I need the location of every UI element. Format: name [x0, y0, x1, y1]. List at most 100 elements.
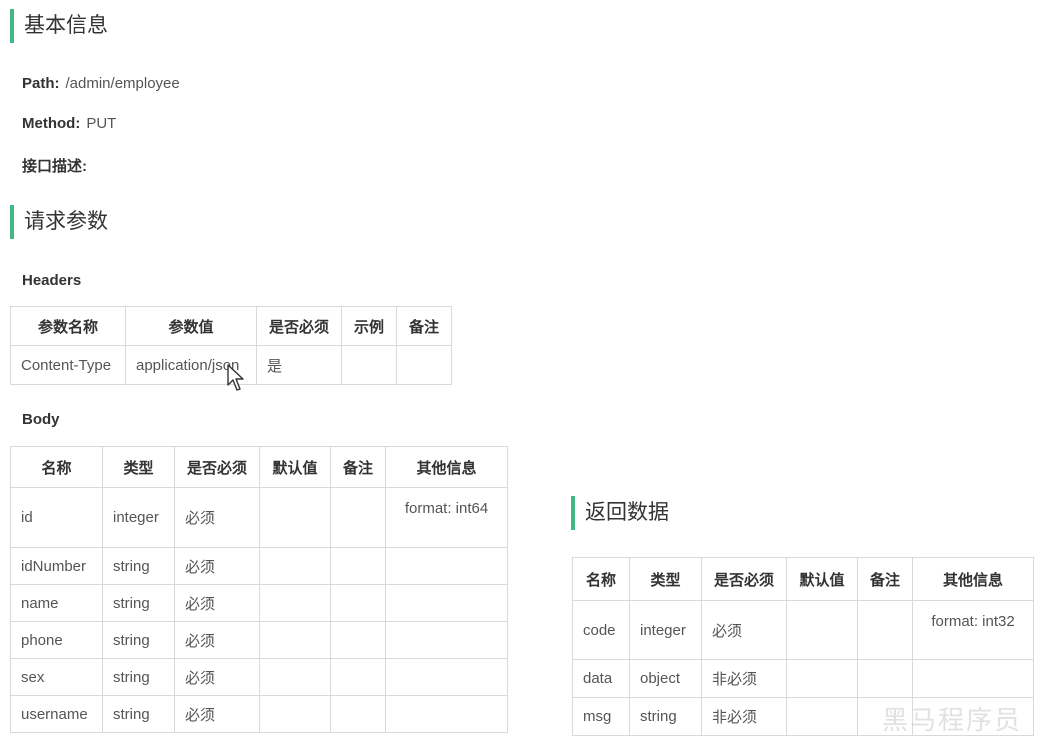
- table-cell: 非必须: [701, 697, 787, 736]
- column-header: 是否必须: [256, 306, 342, 346]
- table-row: code integer 必须 format: int32: [572, 600, 1034, 660]
- column-header: 名称: [10, 446, 103, 488]
- table-cell: [396, 345, 452, 385]
- table-cell: [259, 658, 331, 696]
- table-cell: [259, 547, 331, 585]
- table-cell: 必须: [174, 621, 260, 659]
- table-cell: phone: [10, 621, 103, 659]
- section-title-request: 请求参数: [10, 205, 108, 239]
- section-title-response: 返回数据: [571, 496, 669, 530]
- table-cell: Content-Type: [10, 345, 126, 385]
- table-cell: [385, 547, 508, 585]
- column-header: 默认值: [786, 557, 858, 601]
- table-cell: string: [102, 695, 175, 733]
- table-cell: format: int32: [912, 600, 1034, 660]
- table-cell: [857, 659, 913, 698]
- table-cell: [259, 487, 331, 548]
- table-cell: sex: [10, 658, 103, 696]
- watermark: 黑马程序员: [881, 705, 1022, 735]
- table-cell: [330, 487, 386, 548]
- table-cell: 必须: [174, 695, 260, 733]
- table-cell: msg: [572, 697, 630, 736]
- table-cell: string: [102, 621, 175, 659]
- table-cell: string: [102, 547, 175, 585]
- table-cell: idNumber: [10, 547, 103, 585]
- table-cell: [330, 658, 386, 696]
- column-header: 名称: [572, 557, 630, 601]
- table-cell: integer: [102, 487, 175, 548]
- method-line: Method: PUT: [22, 115, 116, 132]
- table-row: data object 非必须: [572, 659, 1034, 698]
- table-cell: [330, 547, 386, 585]
- table-cell: [857, 600, 913, 660]
- table-cell: [786, 659, 858, 698]
- column-header: 示例: [341, 306, 397, 346]
- table-cell: [330, 584, 386, 622]
- column-header: 是否必须: [174, 446, 260, 488]
- table-cell: code: [572, 600, 630, 660]
- table-cell: [341, 345, 397, 385]
- table-header-row: 名称 类型 是否必须 默认值 备注 其他信息: [10, 446, 508, 488]
- column-header: 是否必须: [701, 557, 787, 601]
- column-header: 类型: [629, 557, 702, 601]
- table-cell: 是: [256, 345, 342, 385]
- table-cell: [786, 697, 858, 736]
- table-cell: [786, 600, 858, 660]
- table-cell: 必须: [174, 547, 260, 585]
- column-header: 备注: [330, 446, 386, 488]
- column-header: 备注: [857, 557, 913, 601]
- desc-label: 接口描述:: [22, 158, 87, 175]
- column-header: 备注: [396, 306, 452, 346]
- table-row: id integer 必须 format: int64: [10, 487, 508, 548]
- table-cell: [385, 695, 508, 733]
- column-header: 其他信息: [912, 557, 1034, 601]
- table-row: idNumber string 必须: [10, 547, 508, 585]
- table-cell: 必须: [174, 584, 260, 622]
- table-cell: username: [10, 695, 103, 733]
- path-line: Path: /admin/employee: [22, 75, 180, 92]
- table-cell: [330, 621, 386, 659]
- path-label: Path:: [22, 75, 60, 92]
- table-cell: string: [102, 658, 175, 696]
- method-label: Method:: [22, 115, 81, 132]
- table-cell: data: [572, 659, 630, 698]
- table-cell: 非必须: [701, 659, 787, 698]
- table-cell: 必须: [174, 658, 260, 696]
- table-cell: [385, 621, 508, 659]
- table-cell: integer: [629, 600, 702, 660]
- table-row: phone string 必须: [10, 621, 508, 659]
- table-row: name string 必须: [10, 584, 508, 622]
- table-cell: [330, 695, 386, 733]
- path-value: /admin/employee: [65, 75, 180, 92]
- table-cell: format: int64: [385, 487, 508, 548]
- table-cell: [385, 584, 508, 622]
- body-label: Body: [22, 411, 60, 428]
- table-cell: string: [102, 584, 175, 622]
- table-cell: [259, 621, 331, 659]
- table-cell: id: [10, 487, 103, 548]
- table-header-row: 参数名称 参数值 是否必须 示例 备注: [10, 306, 452, 346]
- table-cell: object: [629, 659, 702, 698]
- column-header: 默认值: [259, 446, 331, 488]
- headers-label: Headers: [22, 272, 82, 289]
- table-cell: name: [10, 584, 103, 622]
- column-header: 其他信息: [385, 446, 508, 488]
- table-cell: 必须: [701, 600, 787, 660]
- column-header: 类型: [102, 446, 175, 488]
- column-header: 参数值: [125, 306, 257, 346]
- desc-line: 接口描述:: [22, 155, 87, 176]
- table-cell: 必须: [174, 487, 260, 548]
- method-value: PUT: [86, 115, 117, 132]
- table-row: sex string 必须: [10, 658, 508, 696]
- column-header: 参数名称: [10, 306, 126, 346]
- mouse-cursor-icon: [227, 364, 244, 391]
- table-cell: string: [629, 697, 702, 736]
- table-cell: [385, 658, 508, 696]
- table-cell: [912, 659, 1034, 698]
- body-table: 名称 类型 是否必须 默认值 备注 其他信息 id integer 必须 for…: [10, 446, 508, 733]
- table-cell: [259, 695, 331, 733]
- table-cell: [259, 584, 331, 622]
- table-header-row: 名称 类型 是否必须 默认值 备注 其他信息: [572, 557, 1034, 601]
- section-title-basic: 基本信息: [10, 9, 108, 43]
- table-row: username string 必须: [10, 695, 508, 733]
